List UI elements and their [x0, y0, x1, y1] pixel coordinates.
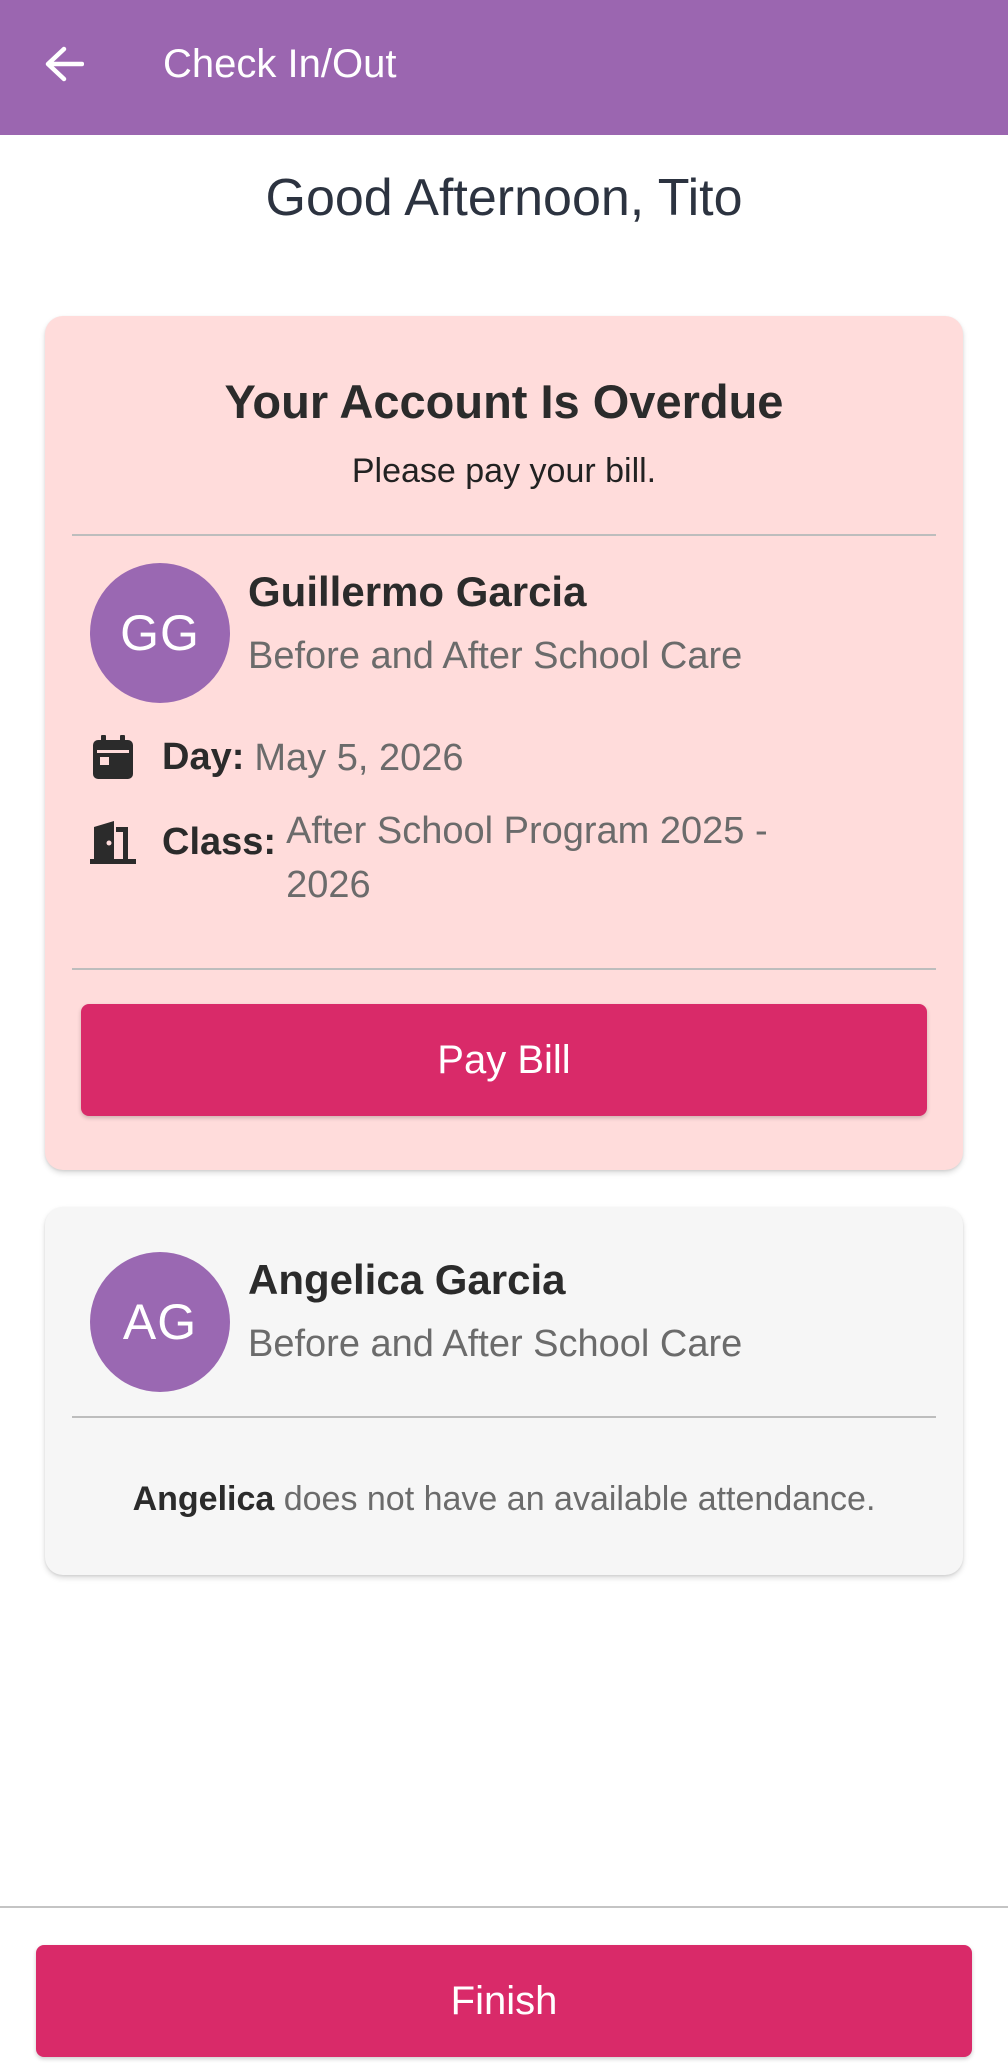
- bottom-divider: [0, 1906, 1008, 1908]
- class-value: After School Program 2025 - 2026: [286, 810, 768, 906]
- day-row: Day: May 5, 2026: [90, 731, 464, 785]
- class-label: Class:: [162, 821, 277, 863]
- day-label: Day:: [162, 736, 245, 778]
- avatar: AG: [90, 1252, 230, 1392]
- divider: [72, 968, 936, 970]
- overdue-title: Your Account Is Overdue: [224, 375, 784, 428]
- back-button[interactable]: [40, 36, 88, 92]
- divider: [72, 534, 936, 536]
- app-bar-title: Check In/Out: [163, 42, 397, 86]
- child-name: Angelica Garcia: [248, 1256, 566, 1303]
- avatar: GG: [90, 563, 230, 703]
- overdue-subtitle: Please pay your bill.: [351, 452, 657, 490]
- day-value: May 5, 2026: [254, 737, 464, 779]
- app-bar: Check In/Out: [0, 0, 1008, 135]
- divider: [72, 1416, 936, 1418]
- attendance-note: Angelica does not have an available atte…: [45, 1475, 963, 1523]
- attendance-note-text: does not have an available attendance.: [274, 1480, 876, 1518]
- child-program: Before and After School Care: [248, 1323, 743, 1365]
- greeting-heading: Good Afternoon, Tito: [265, 169, 743, 227]
- attendance-note-name: Angelica: [132, 1480, 275, 1518]
- door-icon: [90, 816, 136, 868]
- calendar-icon: [90, 731, 136, 783]
- arrow-left-icon: [45, 46, 84, 82]
- overdue-child-card: Your Account Is Overdue Please pay your …: [45, 316, 963, 1170]
- finish-button[interactable]: Finish: [36, 1945, 972, 2057]
- child-program: Before and After School Care: [248, 635, 743, 677]
- child-card: AG Angelica Garcia Before and After Scho…: [45, 1207, 963, 1575]
- class-row: Class: After School Program 2025 - 2026: [90, 804, 846, 912]
- pay-bill-button[interactable]: Pay Bill: [81, 1004, 927, 1116]
- child-name: Guillermo Garcia: [248, 568, 587, 615]
